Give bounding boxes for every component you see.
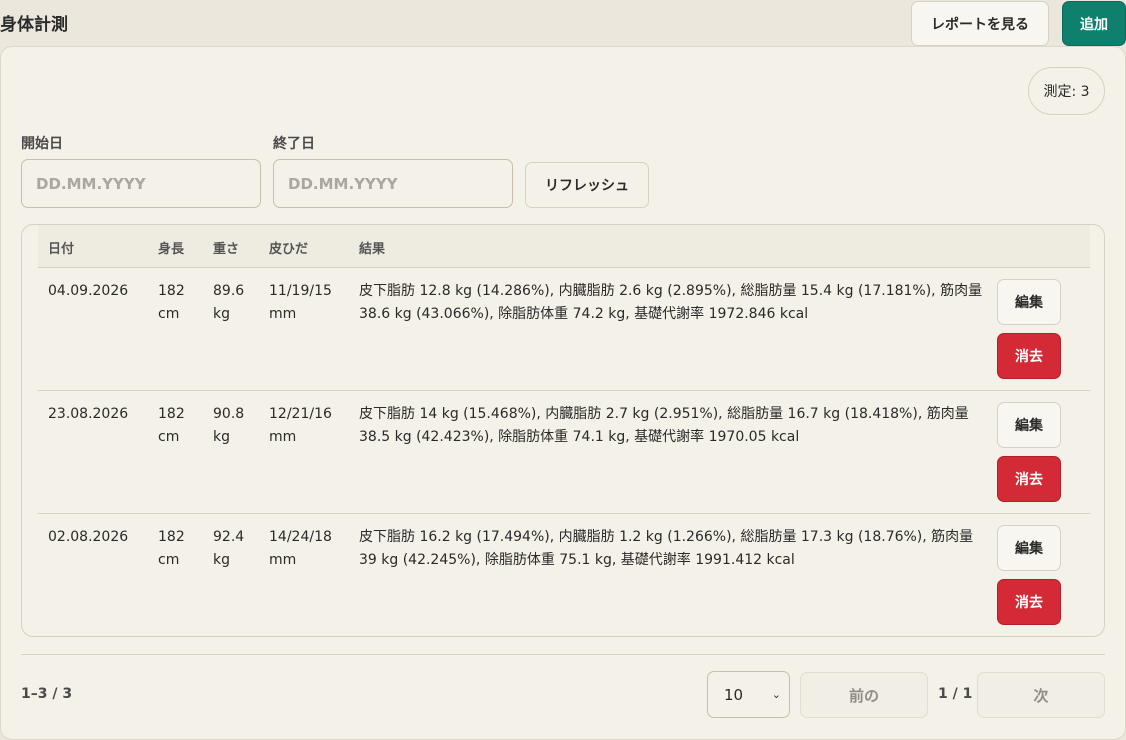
page-indicator: 1 / 1 [938, 686, 973, 702]
start-date-label: 開始日 [21, 136, 63, 152]
header-skinfold: 皮ひだ [269, 242, 309, 257]
measurement-count-badge: 測定: 3 [1028, 67, 1105, 115]
end-date-input[interactable] [273, 159, 513, 208]
page-size-select[interactable]: 10 ⌄ [707, 671, 790, 718]
cell-result: 皮下脂肪 12.8 kg (14.286%), 内臓脂肪 2.6 kg (2.8… [359, 283, 983, 322]
delete-button[interactable]: 消去 [997, 333, 1061, 379]
cell-result: 皮下脂肪 16.2 kg (17.494%), 内臓脂肪 1.2 kg (1.2… [359, 529, 974, 568]
cell-weight: 89.6 kg [213, 283, 245, 322]
cell-skinfold: 14/24/18 mm [269, 529, 332, 568]
cell-date: 23.08.2026 [48, 406, 129, 422]
cell-weight: 90.8 kg [213, 406, 245, 445]
table-header: 日付 身長 重さ 皮ひだ 結果 [38, 225, 1090, 268]
pagination-range: 1–3 / 3 [21, 686, 73, 702]
cell-date: 04.09.2026 [48, 283, 129, 299]
cell-height: 182 cm [158, 406, 185, 445]
table-row: 04.09.2026 182 cm 89.6 kg 11/19/15 mm 皮下… [38, 268, 1090, 391]
edit-button[interactable]: 編集 [997, 279, 1061, 325]
page-title: 身体計測 [0, 15, 68, 35]
cell-skinfold: 11/19/15 mm [269, 283, 332, 322]
view-report-button[interactable]: レポートを見る [911, 1, 1049, 46]
table-row: 23.08.2026 182 cm 90.8 kg 12/21/16 mm 皮下… [38, 391, 1090, 514]
edit-button[interactable]: 編集 [997, 525, 1061, 571]
cell-skinfold: 12/21/16 mm [269, 406, 332, 445]
header-result: 結果 [359, 242, 386, 257]
cell-height: 182 cm [158, 529, 185, 568]
next-page-button[interactable]: 次 [977, 672, 1105, 718]
cell-date: 02.08.2026 [48, 529, 129, 545]
start-date-input[interactable] [21, 159, 261, 208]
cell-result: 皮下脂肪 14 kg (15.468%), 内臓脂肪 2.7 kg (2.951… [359, 406, 969, 445]
delete-button[interactable]: 消去 [997, 456, 1061, 502]
delete-button[interactable]: 消去 [997, 579, 1061, 625]
header-height: 身長 [158, 242, 185, 257]
page-size-value: 10 [724, 685, 744, 704]
pagination-divider [21, 654, 1105, 655]
measurements-table: 日付 身長 重さ 皮ひだ 結果 04.09.2026 182 cm 89.6 k… [21, 224, 1105, 637]
chevron-down-icon: ⌄ [771, 688, 781, 701]
cell-weight: 92.4 kg [213, 529, 245, 568]
header-weight: 重さ [213, 242, 240, 257]
edit-button[interactable]: 編集 [997, 402, 1061, 448]
add-button[interactable]: 追加 [1062, 1, 1126, 46]
header-date: 日付 [48, 242, 75, 257]
cell-height: 182 cm [158, 283, 185, 322]
table-row: 02.08.2026 182 cm 92.4 kg 14/24/18 mm 皮下… [38, 514, 1090, 636]
end-date-label: 終了日 [273, 136, 315, 152]
previous-page-button[interactable]: 前の [800, 672, 928, 718]
refresh-button[interactable]: リフレッシュ [525, 162, 649, 208]
